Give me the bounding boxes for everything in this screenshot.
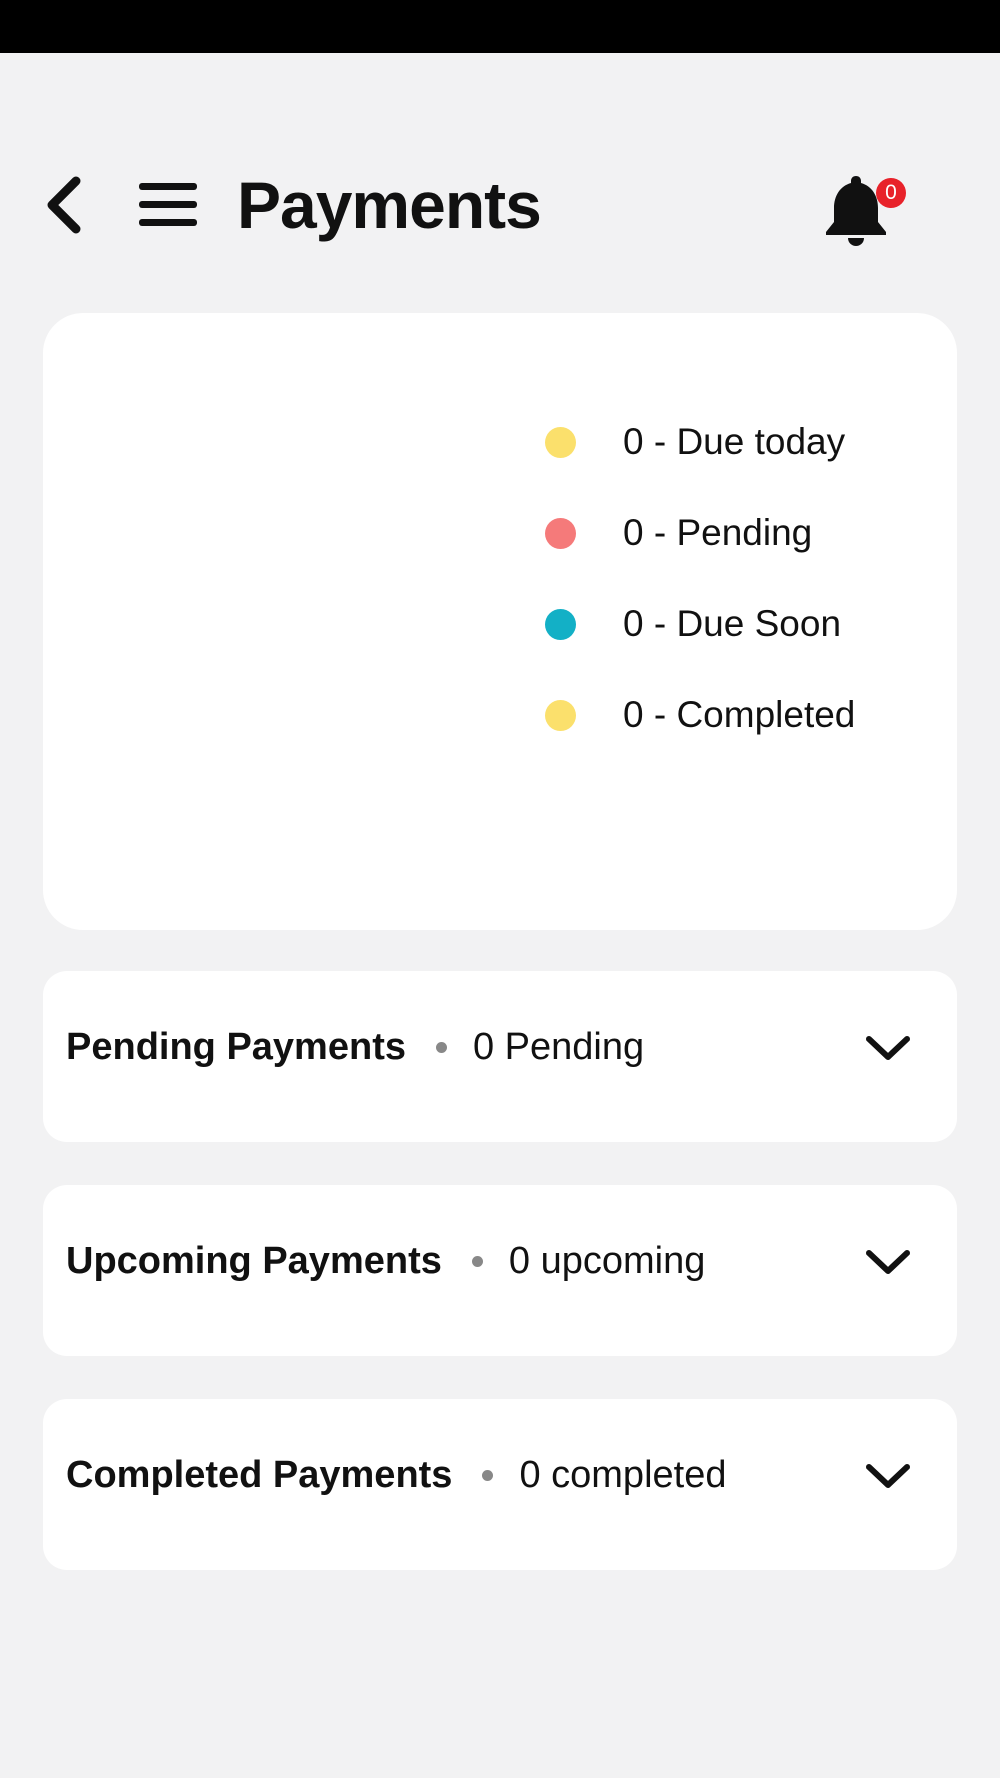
separator-dot [482,1469,494,1481]
status-legend: 0 - Due today 0 - Pending 0 - Due Soon 0… [545,413,855,777]
section-count: 0 upcoming [508,1240,706,1282]
legend-dot [545,427,576,458]
legend-label: 0 - Due Soon [623,603,842,644]
notifications-button[interactable]: 0 [812,164,912,254]
section-title: Completed Payments [66,1454,453,1496]
legend-label: 0 - Pending [623,512,813,553]
legend-dot [545,518,576,549]
hamburger-menu-icon [139,183,197,226]
legend-item-due-today: 0 - Due today [545,413,855,504]
section-title: Pending Payments [66,1026,406,1068]
chevron-down-icon[interactable] [863,1451,913,1501]
legend-dot [545,609,576,640]
upcoming-payments-section[interactable]: Upcoming Payments 0 upcoming [43,1185,957,1356]
separator-dot [435,1041,447,1053]
payment-summary-card: 0 - Due today 0 - Pending 0 - Due Soon 0… [43,313,957,930]
pending-payments-section[interactable]: Pending Payments 0 Pending [43,971,957,1142]
page-title: Payments [237,168,542,242]
legend-item-pending: 0 - Pending [545,504,855,595]
section-count: 0 Pending [472,1026,645,1068]
notification-badge: 0 [876,178,906,208]
legend-dot [545,700,576,731]
status-bar [0,0,1000,53]
section-count: 0 completed [519,1454,727,1496]
legend-label: 0 - Completed [623,694,856,735]
chevron-left-icon [47,176,81,234]
separator-dot [471,1255,483,1267]
menu-button[interactable] [128,172,208,238]
legend-item-due-soon: 0 - Due Soon [545,595,855,686]
legend-item-completed: 0 - Completed [545,686,855,777]
app-header: Payments 0 [0,150,1000,260]
legend-label: 0 - Due today [623,421,846,462]
chevron-down-icon[interactable] [863,1237,913,1287]
completed-payments-section[interactable]: Completed Payments 0 completed [43,1399,957,1570]
back-button[interactable] [36,170,92,240]
section-title: Upcoming Payments [66,1240,442,1282]
chevron-down-icon[interactable] [863,1023,913,1073]
